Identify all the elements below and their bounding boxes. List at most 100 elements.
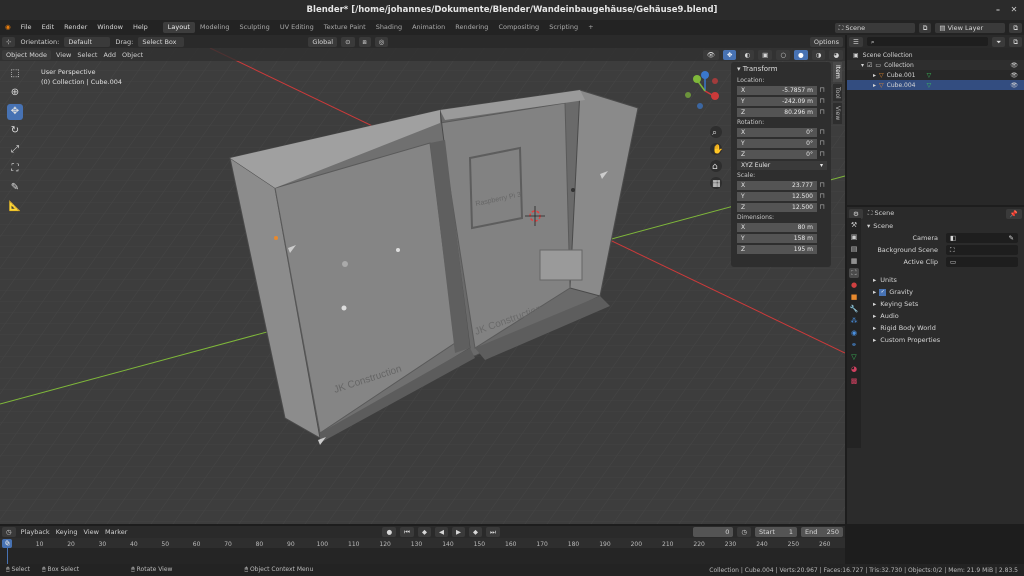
panel-rigid-body-world[interactable]: ▸ Rigid Body World bbox=[847, 322, 1024, 334]
panel-gravity[interactable]: ▸ ✓ Gravity bbox=[847, 286, 1024, 298]
shading-solid-icon[interactable]: ● bbox=[793, 49, 808, 60]
end-frame-field[interactable]: End 250 bbox=[801, 527, 843, 537]
close-icon[interactable]: ✕ bbox=[1010, 6, 1018, 14]
timeline-menu-playback[interactable]: Playback bbox=[18, 528, 53, 536]
panel-units[interactable]: ▸ Units bbox=[847, 274, 1024, 286]
timeline-menu-keying[interactable]: Keying bbox=[53, 528, 81, 536]
constraints-tab-icon[interactable]: ⚭ bbox=[849, 340, 859, 350]
snap-icon[interactable]: ⧈ bbox=[358, 36, 371, 47]
tab-item[interactable]: Item bbox=[833, 62, 842, 82]
lock-icon[interactable]: ⊓ bbox=[817, 150, 827, 158]
xray-toggle-icon[interactable]: ▣ bbox=[758, 49, 773, 60]
add-workspace-button[interactable]: + bbox=[583, 22, 598, 33]
pivot-icon[interactable]: ⊙ bbox=[341, 36, 355, 47]
overlay-toggle-icon[interactable]: ◐ bbox=[740, 49, 755, 60]
viewport-menu-object[interactable]: Object bbox=[119, 51, 146, 59]
world-tab-icon[interactable]: ● bbox=[849, 280, 859, 290]
transform-panel-title[interactable]: ▾ Transform bbox=[731, 62, 831, 76]
location-y-row[interactable]: Y -242.09 m ⊓ bbox=[737, 96, 827, 106]
tab-view[interactable]: View bbox=[833, 103, 842, 124]
orientation-dropdown[interactable]: Default bbox=[64, 36, 111, 47]
tab-uv-editing[interactable]: UV Editing bbox=[275, 22, 319, 33]
output-tab-icon[interactable]: ▤ bbox=[849, 244, 859, 254]
outliner-item-cube001[interactable]: ▸ ▽ Cube.001 ▽ 👁 bbox=[847, 70, 1024, 80]
drag-dropdown[interactable]: Select Box bbox=[138, 36, 185, 47]
rotation-mode-dropdown[interactable]: XYZ Euler ▾ bbox=[737, 160, 827, 170]
view-layer-new-button[interactable]: ⧉ bbox=[1009, 22, 1022, 33]
particles-tab-icon[interactable]: ⁂ bbox=[849, 316, 859, 326]
texture-tab-icon[interactable]: ▩ bbox=[849, 376, 859, 386]
visibility-icon[interactable]: 👁 bbox=[702, 49, 720, 60]
object-mode-dropdown[interactable]: Object Mode bbox=[2, 49, 51, 60]
rotation-y-row[interactable]: Y 0° ⊓ bbox=[737, 138, 827, 148]
properties-editor-icon[interactable]: ⚙ bbox=[849, 208, 863, 219]
viewport-menu-select[interactable]: Select bbox=[74, 51, 100, 59]
scene-section-header[interactable]: ▾ Scene bbox=[847, 220, 1024, 232]
viewport-menu-add[interactable]: Add bbox=[100, 51, 119, 59]
tab-rendering[interactable]: Rendering bbox=[450, 22, 493, 33]
physics-tab-icon[interactable]: ◉ bbox=[849, 328, 859, 338]
minimize-icon[interactable]: – bbox=[994, 6, 1002, 14]
camera-field[interactable]: ◧ ✎ bbox=[946, 233, 1018, 243]
transform-tool-icon[interactable]: ⛶ bbox=[7, 161, 23, 177]
record-icon[interactable]: ● bbox=[382, 527, 397, 537]
timeline-menu-marker[interactable]: Marker bbox=[102, 528, 130, 536]
tab-animation[interactable]: Animation bbox=[407, 22, 450, 33]
transform-orientation-dropdown[interactable]: Global bbox=[308, 36, 338, 47]
outliner-collection[interactable]: ▾ ☑ ▭ Collection 👁 bbox=[847, 60, 1024, 70]
lock-icon[interactable]: ⊓ bbox=[817, 97, 827, 105]
tab-texture-paint[interactable]: Texture Paint bbox=[319, 22, 371, 33]
background-scene-field[interactable]: ⛶ bbox=[946, 245, 1018, 255]
annotate-tool-icon[interactable]: ✎ bbox=[7, 180, 23, 196]
lock-icon[interactable]: ⊓ bbox=[817, 203, 827, 211]
lock-icon[interactable]: ⊓ bbox=[817, 181, 827, 189]
prev-key-icon[interactable]: ◆ bbox=[417, 527, 431, 537]
active-tool-icon[interactable]: ⊹ bbox=[2, 36, 16, 47]
view-layer-selector[interactable]: ▤ View Layer bbox=[935, 22, 1006, 33]
menu-edit[interactable]: Edit bbox=[37, 20, 60, 35]
select-box-tool-icon[interactable]: ⬚ bbox=[7, 66, 23, 82]
tab-sculpting[interactable]: Sculpting bbox=[234, 22, 274, 33]
jump-start-icon[interactable]: ⏮ bbox=[400, 527, 414, 537]
start-frame-field[interactable]: Start 1 bbox=[755, 527, 797, 537]
options-dropdown[interactable]: Options bbox=[809, 36, 843, 47]
scene-tab-icon[interactable]: ⛶ bbox=[849, 268, 859, 278]
outliner-search-input[interactable]: ⌕ bbox=[866, 37, 989, 46]
panel-custom-properties[interactable]: ▸ Custom Properties bbox=[847, 334, 1024, 346]
tab-scripting[interactable]: Scripting bbox=[544, 22, 583, 33]
lock-icon[interactable]: ⊓ bbox=[817, 108, 827, 116]
tab-layout[interactable]: Layout bbox=[162, 22, 195, 33]
data-tab-icon[interactable]: ▽ bbox=[849, 352, 859, 362]
scene-new-button[interactable]: ⧉ bbox=[918, 22, 932, 33]
lock-icon[interactable]: ⊓ bbox=[817, 139, 827, 147]
timeline-menu-view[interactable]: View bbox=[81, 528, 102, 536]
dimensions-z-row[interactable]: Z 195 m bbox=[737, 244, 827, 254]
dimensions-x-row[interactable]: X 80 m bbox=[737, 222, 827, 232]
object-tab-icon[interactable]: ■ bbox=[849, 292, 859, 302]
scale-y-row[interactable]: Y 12.500 ⊓ bbox=[737, 191, 827, 201]
tab-tool[interactable]: Tool bbox=[833, 83, 842, 102]
play-reverse-icon[interactable]: ◀ bbox=[434, 527, 448, 537]
preview-range-icon[interactable]: ◷ bbox=[737, 527, 751, 537]
rotation-z-row[interactable]: Z 0° ⊓ bbox=[737, 149, 827, 159]
shading-material-icon[interactable]: ◑ bbox=[811, 49, 826, 60]
menu-window[interactable]: Window bbox=[92, 20, 128, 35]
scene-selector[interactable]: ⛶ Scene bbox=[834, 22, 915, 33]
play-icon[interactable]: ▶ bbox=[451, 527, 465, 537]
lock-icon[interactable]: ⊓ bbox=[817, 86, 827, 94]
tab-compositing[interactable]: Compositing bbox=[493, 22, 544, 33]
menu-render[interactable]: Render bbox=[59, 20, 92, 35]
blender-logo-icon[interactable]: ◉ bbox=[0, 20, 16, 35]
location-x-row[interactable]: X -5.7857 m ⊓ bbox=[737, 85, 827, 95]
lock-icon[interactable]: ⊓ bbox=[817, 128, 827, 136]
view-layer-tab-icon[interactable]: ▦ bbox=[849, 256, 859, 266]
viewport-menu-view[interactable]: View bbox=[53, 51, 74, 59]
outliner-root[interactable]: ▣ Scene Collection bbox=[847, 50, 1024, 60]
tab-modeling[interactable]: Modeling bbox=[195, 22, 235, 33]
panel-keying-sets[interactable]: ▸ Keying Sets bbox=[847, 298, 1024, 310]
3d-viewport[interactable]: JK Construction JK Construction Raspberr… bbox=[0, 48, 845, 524]
move-tool-icon[interactable]: ✥ bbox=[7, 104, 23, 120]
rotate-tool-icon[interactable]: ↻ bbox=[7, 123, 23, 139]
filter-icon[interactable]: ⏷ bbox=[992, 36, 1006, 47]
tab-shading[interactable]: Shading bbox=[371, 22, 407, 33]
